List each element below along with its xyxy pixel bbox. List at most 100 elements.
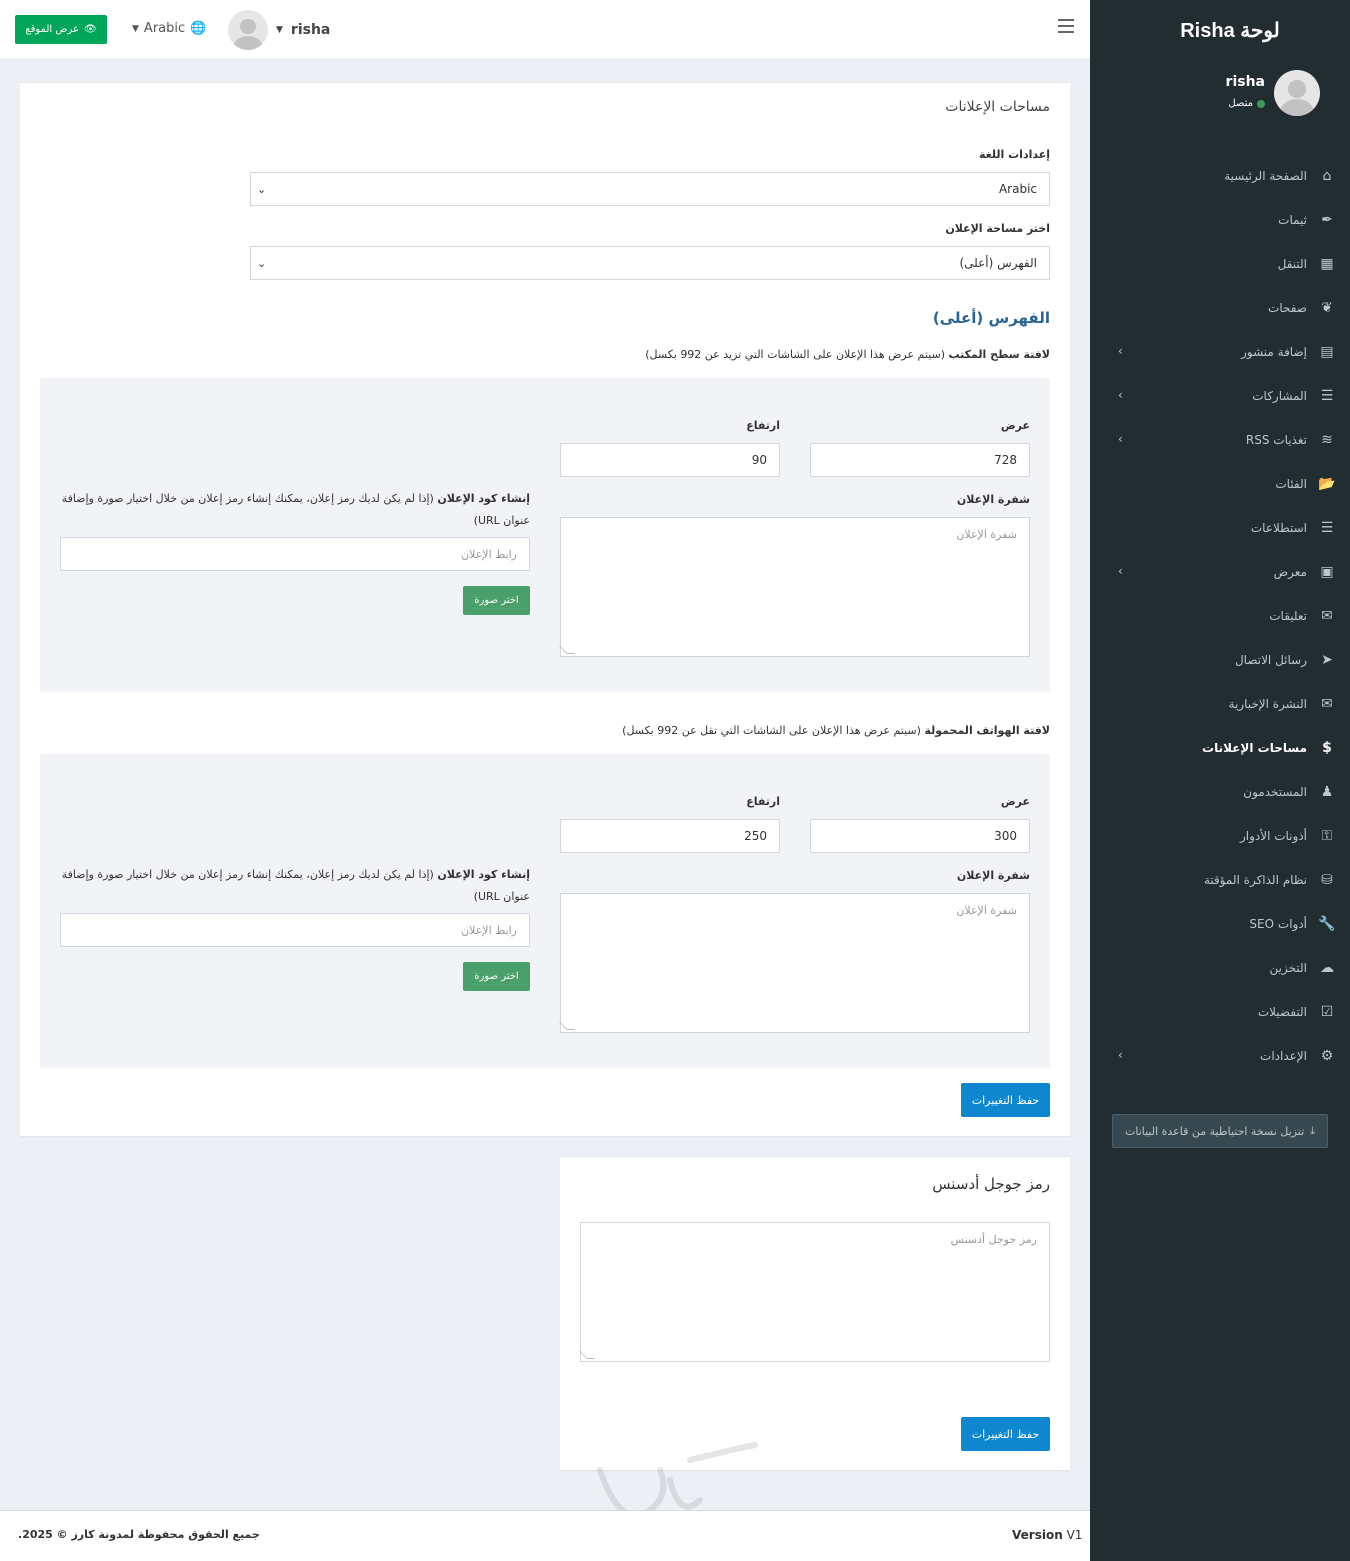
username: risha	[290, 22, 331, 38]
sidebar-item-preferences[interactable]: التفضيلات ☑	[1090, 990, 1350, 1034]
adsense-panel: رمز جوجل أدسنس رمز جوجل أدسنس حفظ التغيي…	[560, 1156, 1070, 1470]
version-text: Version V1	[1012, 1528, 1083, 1542]
grid-icon: ▦	[1320, 256, 1334, 272]
height-label: ارتفاع	[746, 795, 780, 808]
image-icon: ▣	[1320, 564, 1334, 580]
caret-down-icon: ▼	[132, 23, 139, 34]
leaf-icon: ❦	[1321, 300, 1333, 316]
paper-plane-icon: ➤	[1321, 652, 1333, 668]
ad-url-input[interactable]: رابط الإعلان	[60, 913, 530, 947]
choose-image-button[interactable]: اختر صورة	[463, 962, 530, 991]
sidebar-item-add-post[interactable]: ‹ إضافة منشور ▤	[1090, 330, 1350, 374]
online-status: متصل	[1228, 98, 1265, 109]
ad-code-label: شفرة الإعلان	[956, 869, 1030, 882]
users-icon: ♟	[1320, 784, 1334, 800]
list-icon: ☰	[1320, 388, 1334, 404]
page-title: مساحات الإعلانات	[945, 99, 1050, 115]
language-dropdown[interactable]: ▼ Arabic 🌐	[132, 21, 206, 36]
sidebar-item-themes[interactable]: ثيمات ✒	[1090, 198, 1350, 242]
caret-down-icon: ▼	[276, 25, 283, 35]
save-changes-button[interactable]: حفظ التغييرات	[961, 1417, 1050, 1451]
resize-handle-icon[interactable]	[559, 646, 575, 654]
create-ad-note: إنشاء كود الإعلان (إذا لم يكن لديك رمز إ…	[61, 868, 530, 903]
chevron-down-icon: ⌄	[257, 256, 267, 270]
view-site-button[interactable]: 👁 عرض الموقع	[15, 15, 107, 44]
poll-icon: ☰	[1320, 520, 1334, 536]
sidebar-item-ad-spaces[interactable]: مساحات الإعلانات $	[1090, 726, 1350, 770]
cogs-icon: ⚙	[1320, 1048, 1334, 1064]
sidebar-item-users[interactable]: المستخدمون ♟	[1090, 770, 1350, 814]
width-input[interactable]: 300	[810, 819, 1030, 853]
download-icon: ⤓	[1310, 1124, 1316, 1137]
language-select[interactable]: ⌄ Arabic	[250, 172, 1050, 206]
eye-icon: 👁	[83, 24, 97, 35]
save-changes-button[interactable]: حفظ التغييرات	[961, 1083, 1050, 1117]
database-icon: ⛁	[1321, 872, 1333, 888]
ad-code-label: شفرة الإعلان	[956, 493, 1030, 506]
ad-url-input[interactable]: رابط الإعلان	[60, 537, 530, 571]
ad-space-label: اختر مساحة الإعلان	[945, 222, 1050, 235]
sidebar-item-gallery[interactable]: ‹ معرض ▣	[1090, 550, 1350, 594]
sidebar-item-storage[interactable]: التخزين ☁	[1090, 946, 1350, 990]
envelope-icon: ✉	[1321, 696, 1333, 712]
brand-title[interactable]: لوحة Risha	[1090, 0, 1350, 60]
chevron-left-icon: ‹	[1118, 388, 1123, 402]
width-input[interactable]: 728	[810, 443, 1030, 477]
file-icon: ▤	[1320, 344, 1334, 360]
ad-space-select[interactable]: ⌄ الفهرس (أعلى)	[250, 246, 1050, 280]
brush-icon: ✒	[1321, 212, 1333, 228]
cloud-upload-icon: ☁	[1320, 960, 1334, 976]
sidebar-item-categories[interactable]: الفئات 📂	[1090, 462, 1350, 506]
avatar	[1274, 70, 1320, 116]
sidebar-menu: الصفحة الرئيسية ⌂ ثيمات ✒ التنقل ▦ صفحات ❦ ‹…	[1090, 154, 1350, 1078]
globe-icon: 🌐	[190, 21, 207, 36]
resize-handle-icon[interactable]	[579, 1351, 595, 1359]
mobile-banner-note: لافتة الهواتف المحمولة (سيتم عرض هذا الإ…	[622, 724, 1050, 737]
resize-handle-icon[interactable]	[559, 1022, 575, 1030]
chevron-left-icon: ‹	[1118, 1048, 1123, 1062]
height-input[interactable]: 250	[560, 819, 780, 853]
chevron-left-icon: ‹	[1118, 432, 1123, 446]
ad-code-textarea[interactable]: شفرة الإعلان	[559, 893, 1030, 1033]
status-dot-icon	[1257, 99, 1265, 108]
menu-toggle-icon[interactable]	[1058, 19, 1074, 33]
sidebar-item-role-permissions[interactable]: أذونات الأدوار ⚿	[1090, 814, 1350, 858]
ad-spaces-panel: مساحات الإعلانات إعدادات اللغة ⌄ Arabic …	[20, 82, 1070, 1136]
sidebar-item-posts[interactable]: ‹ المشاركات ☰	[1090, 374, 1350, 418]
copyright-text: جميع الحقوق محفوظة لمدونة كارز © 2025.	[18, 1528, 260, 1541]
sidebar-item-settings[interactable]: ‹ الإعدادات ⚙	[1090, 1034, 1350, 1078]
height-label: ارتفاع	[746, 419, 780, 432]
download-backup-button[interactable]: ⤓ تنزيل نسخة احتياطية من قاعدة البيانات	[1112, 1114, 1328, 1148]
sidebar-item-cache-system[interactable]: نظام الذاكرة المؤقتة ⛁	[1090, 858, 1350, 902]
key-icon: ⚿	[1321, 828, 1333, 844]
top-header: 👁 عرض الموقع ▼ Arabic 🌐 ▼ risha	[0, 0, 1090, 60]
sidebar-username: risha	[1225, 74, 1265, 90]
sidebar-item-rss[interactable]: ‹ تغذيات RSS ≋	[1090, 418, 1350, 462]
sidebar-item-pages[interactable]: صفحات ❦	[1090, 286, 1350, 330]
sidebar-item-contact-messages[interactable]: رسائل الاتصال ➤	[1090, 638, 1350, 682]
sidebar-item-newsletter[interactable]: النشرة الإخبارية ✉	[1090, 682, 1350, 726]
comments-icon: ✉	[1321, 608, 1333, 624]
sidebar-item-seo-tools[interactable]: أدوات SEO 🔧	[1090, 902, 1350, 946]
adsense-textarea[interactable]: رمز جوجل أدسنس	[579, 1222, 1050, 1362]
height-input[interactable]: 90	[560, 443, 780, 477]
sidebar-item-home[interactable]: الصفحة الرئيسية ⌂	[1090, 154, 1350, 198]
rss-icon: ≋	[1321, 432, 1333, 448]
wrench-icon: 🔧	[1318, 916, 1336, 932]
language-settings-label: إعدادات اللغة	[979, 148, 1050, 161]
folder-icon: 📂	[1318, 476, 1336, 492]
chevron-down-icon: ⌄	[257, 182, 267, 196]
sidebar-item-navigation[interactable]: التنقل ▦	[1090, 242, 1350, 286]
create-ad-note: إنشاء كود الإعلان (إذا لم يكن لديك رمز إ…	[61, 492, 530, 527]
width-label: عرض	[1000, 419, 1030, 432]
user-menu[interactable]: ▼ risha	[228, 10, 330, 50]
choose-image-button[interactable]: اختر صورة	[463, 586, 530, 615]
sidebar-item-polls[interactable]: استطلاعات ☰	[1090, 506, 1350, 550]
sidebar: لوحة Risha risha متصل الصفحة الرئيسية ⌂ ث…	[1090, 0, 1350, 1561]
width-label: عرض	[1000, 795, 1030, 808]
language-label: Arabic	[143, 21, 186, 36]
avatar	[228, 10, 268, 50]
mobile-banner-box: عرض 300 ارتفاع 250 شفرة الإعلان شفرة الإ…	[40, 754, 1050, 1068]
sidebar-item-comments[interactable]: تعليقات ✉	[1090, 594, 1350, 638]
ad-code-textarea[interactable]: شفرة الإعلان	[559, 517, 1030, 657]
